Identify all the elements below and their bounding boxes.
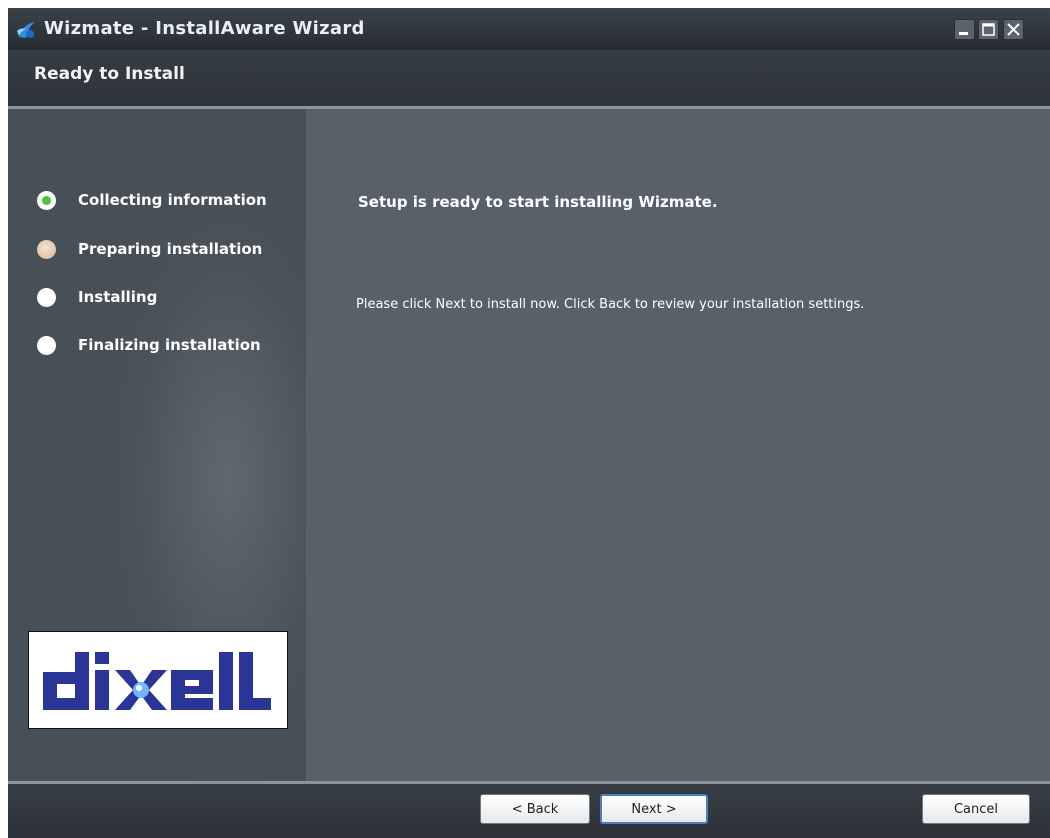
dixell-logo (28, 631, 288, 729)
dixell-logo-mark (43, 652, 271, 710)
ready-heading: Setup is ready to start installing Wizma… (358, 193, 718, 211)
cancel-button[interactable]: Cancel (922, 794, 1030, 824)
wizard-header: Ready to Install (8, 50, 1050, 109)
step-label: Collecting information (78, 191, 267, 209)
install-instruction: Please click Next to install now. Click … (356, 297, 865, 312)
installer-window: Wizmate - InstallAware Wizard Ready to I… (8, 8, 1050, 838)
page-title: Ready to Install (34, 64, 185, 84)
back-button[interactable]: < Back (480, 794, 590, 824)
step-done-icon (37, 191, 56, 210)
content-panel: Setup is ready to start installing Wizma… (306, 109, 1050, 781)
next-button[interactable]: Next > (600, 794, 708, 824)
step-pending-icon (37, 336, 56, 355)
title-bar[interactable]: Wizmate - InstallAware Wizard (8, 8, 1050, 50)
step-label: Installing (78, 288, 158, 306)
step-label: Preparing installation (78, 240, 263, 258)
step-pending-icon (37, 288, 56, 307)
step-current-icon (37, 240, 56, 259)
maximize-icon[interactable] (978, 19, 999, 40)
close-icon[interactable] (1003, 19, 1024, 40)
steps-panel: Collecting information Preparing install… (8, 109, 306, 781)
minimize-icon[interactable] (954, 19, 975, 40)
installaware-icon (17, 22, 35, 38)
wizard-body: Collecting information Preparing install… (8, 109, 1050, 781)
step-label: Finalizing installation (78, 336, 261, 354)
window-title: Wizmate - InstallAware Wizard (44, 18, 365, 39)
button-bar: < Back Next > Cancel (8, 781, 1050, 838)
